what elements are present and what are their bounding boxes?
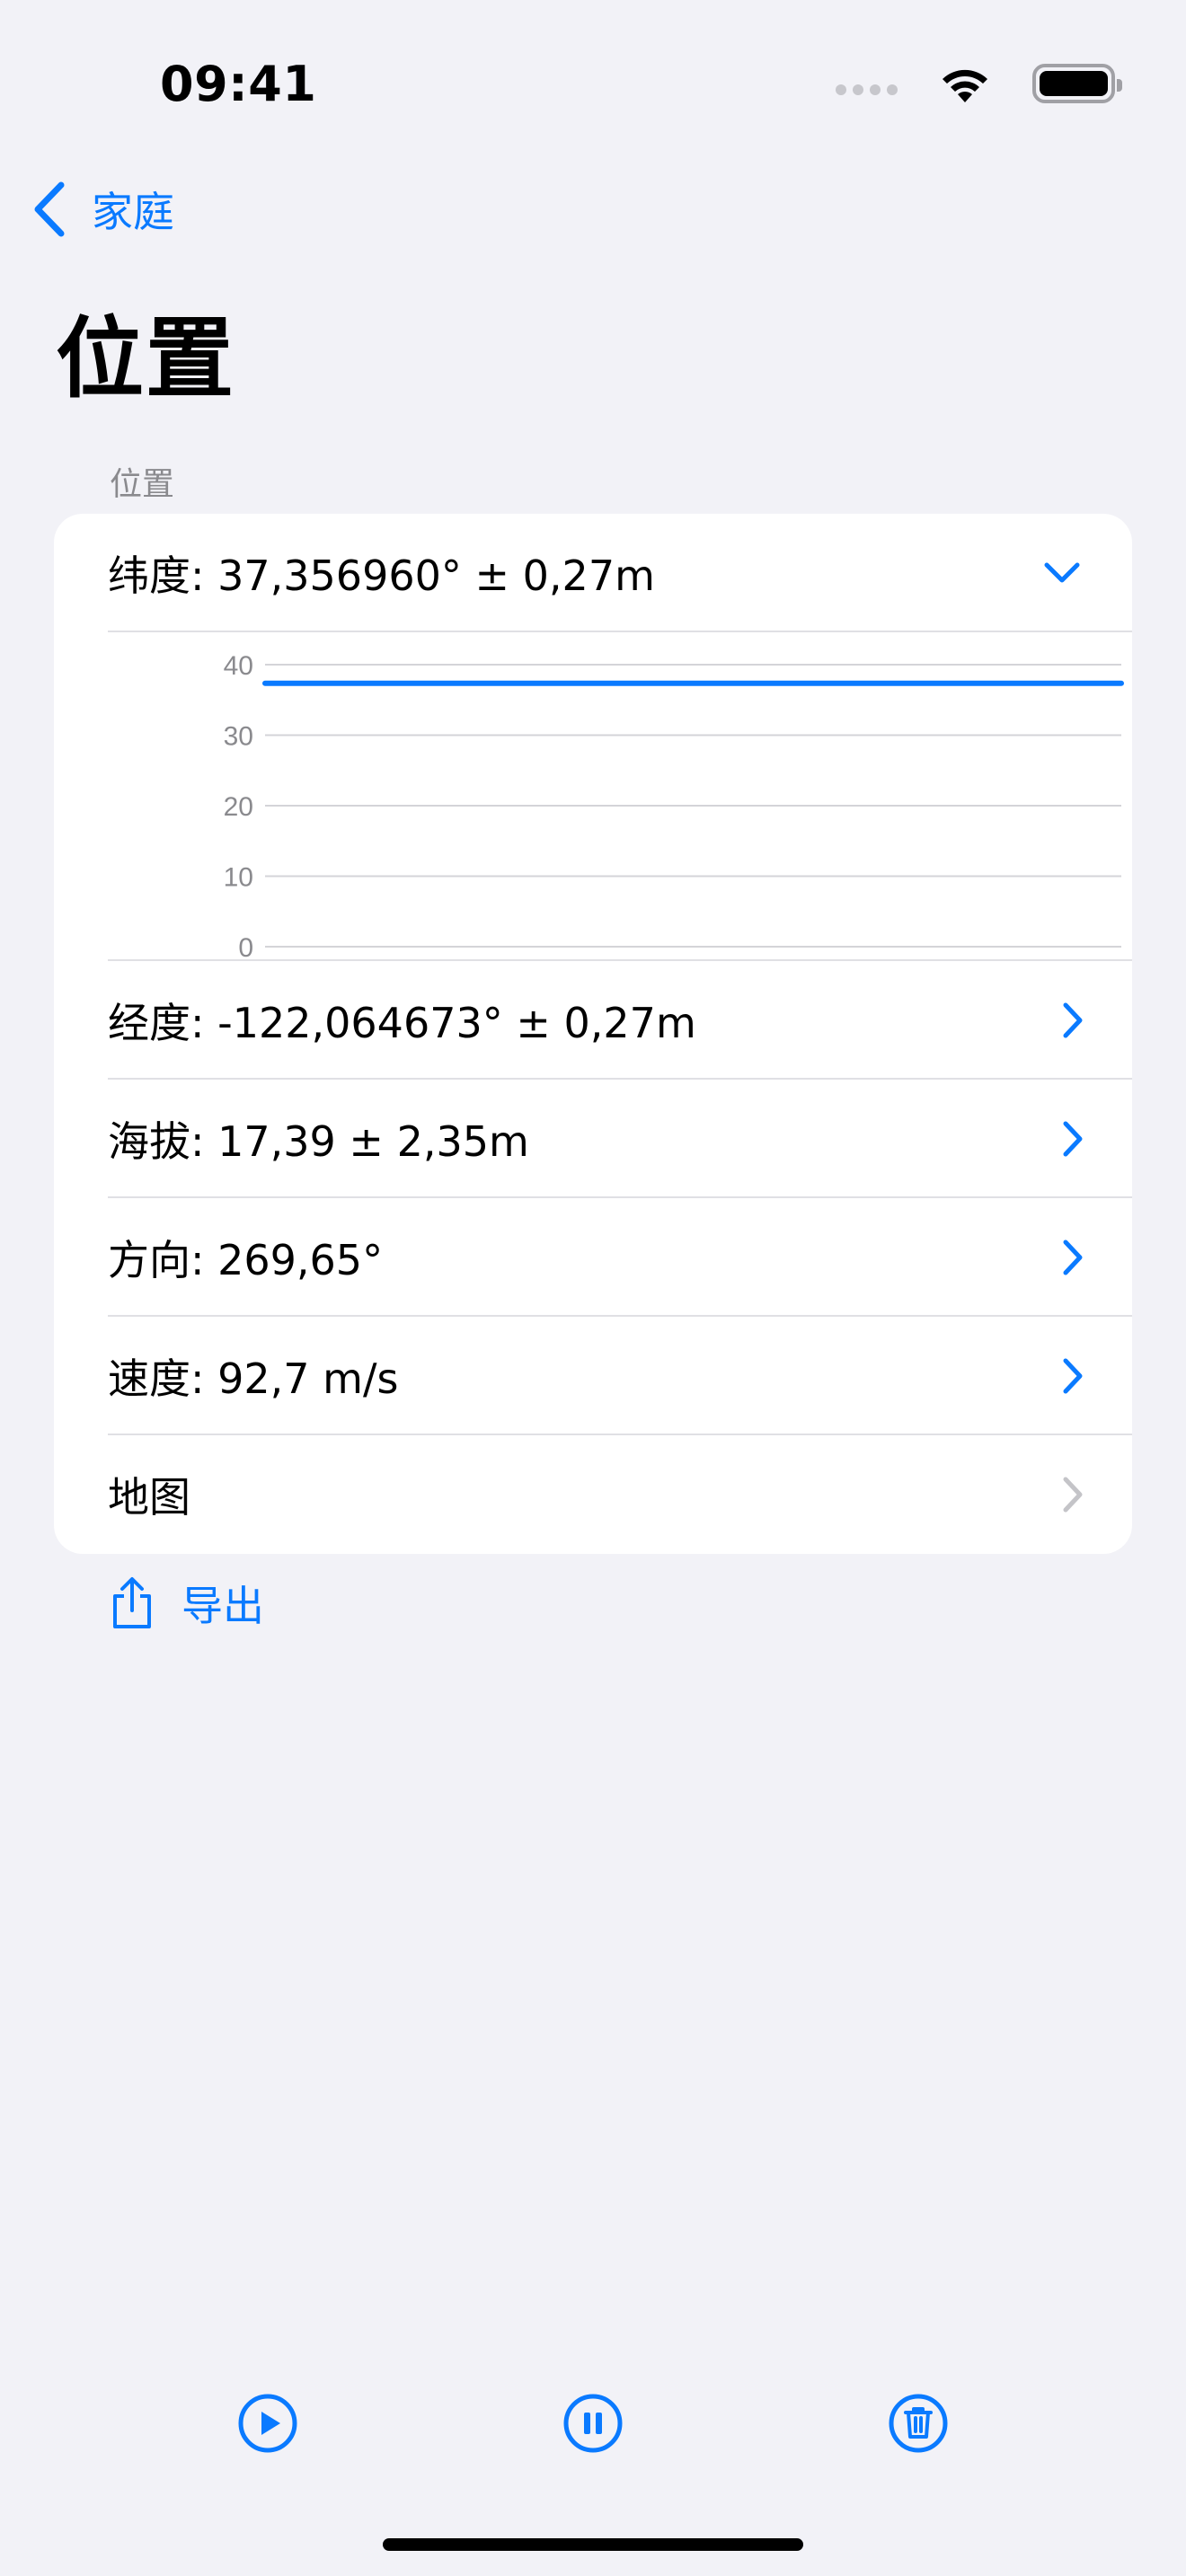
speed-label: 速度: 92,7 m/s bbox=[108, 1354, 399, 1403]
export-button[interactable]: 导出 bbox=[110, 1574, 264, 1633]
play-icon bbox=[261, 2412, 280, 2435]
screen: 09:41 家庭 位置 位置 纬度: 37,356960° ± 0,27m 40… bbox=[0, 0, 1186, 2576]
section-header: 位置 bbox=[110, 466, 175, 503]
latitude-row[interactable]: 纬度: 37,356960° ± 0,27m bbox=[54, 514, 1132, 632]
longitude-label: 经度: -122,064673° ± 0,27m bbox=[108, 999, 696, 1047]
play-button[interactable] bbox=[237, 2393, 298, 2454]
heading-row[interactable]: 方向: 269,65° bbox=[54, 1198, 1132, 1317]
status-indicators bbox=[836, 63, 1122, 104]
home-indicator bbox=[383, 2538, 803, 2551]
chart-y-tick-label: 0 bbox=[238, 933, 253, 961]
speed-row[interactable]: 速度: 92,7 m/s bbox=[54, 1317, 1132, 1435]
altitude-label: 海拔: 17,39 ± 2,35m bbox=[108, 1117, 529, 1166]
chevron-right-icon bbox=[1063, 1239, 1083, 1275]
map-row[interactable]: 地图 bbox=[54, 1435, 1132, 1554]
status-time: 09:41 bbox=[160, 56, 317, 112]
pause-icon bbox=[584, 2413, 590, 2434]
chart-y-tick-label: 20 bbox=[224, 792, 253, 822]
chevron-down-icon bbox=[1044, 562, 1080, 583]
export-label: 导出 bbox=[181, 1582, 264, 1630]
cellular-signal-icon bbox=[836, 84, 898, 95]
chevron-right-icon bbox=[1063, 1477, 1083, 1513]
latitude-label: 纬度: 37,356960° ± 0,27m bbox=[108, 551, 655, 600]
page-title: 位置 bbox=[56, 308, 236, 410]
trash-icon bbox=[904, 2407, 933, 2439]
chevron-right-icon bbox=[1063, 1358, 1083, 1394]
map-label: 地图 bbox=[108, 1473, 190, 1522]
back-button[interactable]: 家庭 bbox=[32, 180, 174, 239]
chart-y-tick-label: 30 bbox=[224, 722, 253, 752]
back-label: 家庭 bbox=[92, 188, 174, 236]
share-icon bbox=[113, 1577, 151, 1628]
chevron-right-icon bbox=[1063, 1121, 1083, 1157]
pause-button[interactable] bbox=[562, 2393, 624, 2454]
heading-label: 方向: 269,65° bbox=[108, 1236, 384, 1284]
delete-button[interactable] bbox=[888, 2393, 949, 2454]
battery-icon bbox=[1032, 64, 1122, 103]
longitude-row[interactable]: 经度: -122,064673° ± 0,27m bbox=[54, 961, 1132, 1080]
wifi-icon bbox=[943, 69, 987, 102]
latitude-chart: 40 30 20 10 0 bbox=[108, 632, 1132, 961]
location-card: 纬度: 37,356960° ± 0,27m 40 30 20 10 0 经度: -12… bbox=[54, 514, 1132, 1554]
chevron-left-icon bbox=[34, 181, 65, 237]
altitude-row[interactable]: 海拔: 17,39 ± 2,35m bbox=[54, 1080, 1132, 1198]
chart-y-tick-label: 40 bbox=[224, 651, 253, 681]
chart-y-tick-label: 10 bbox=[224, 863, 253, 893]
chevron-right-icon bbox=[1063, 1002, 1083, 1038]
